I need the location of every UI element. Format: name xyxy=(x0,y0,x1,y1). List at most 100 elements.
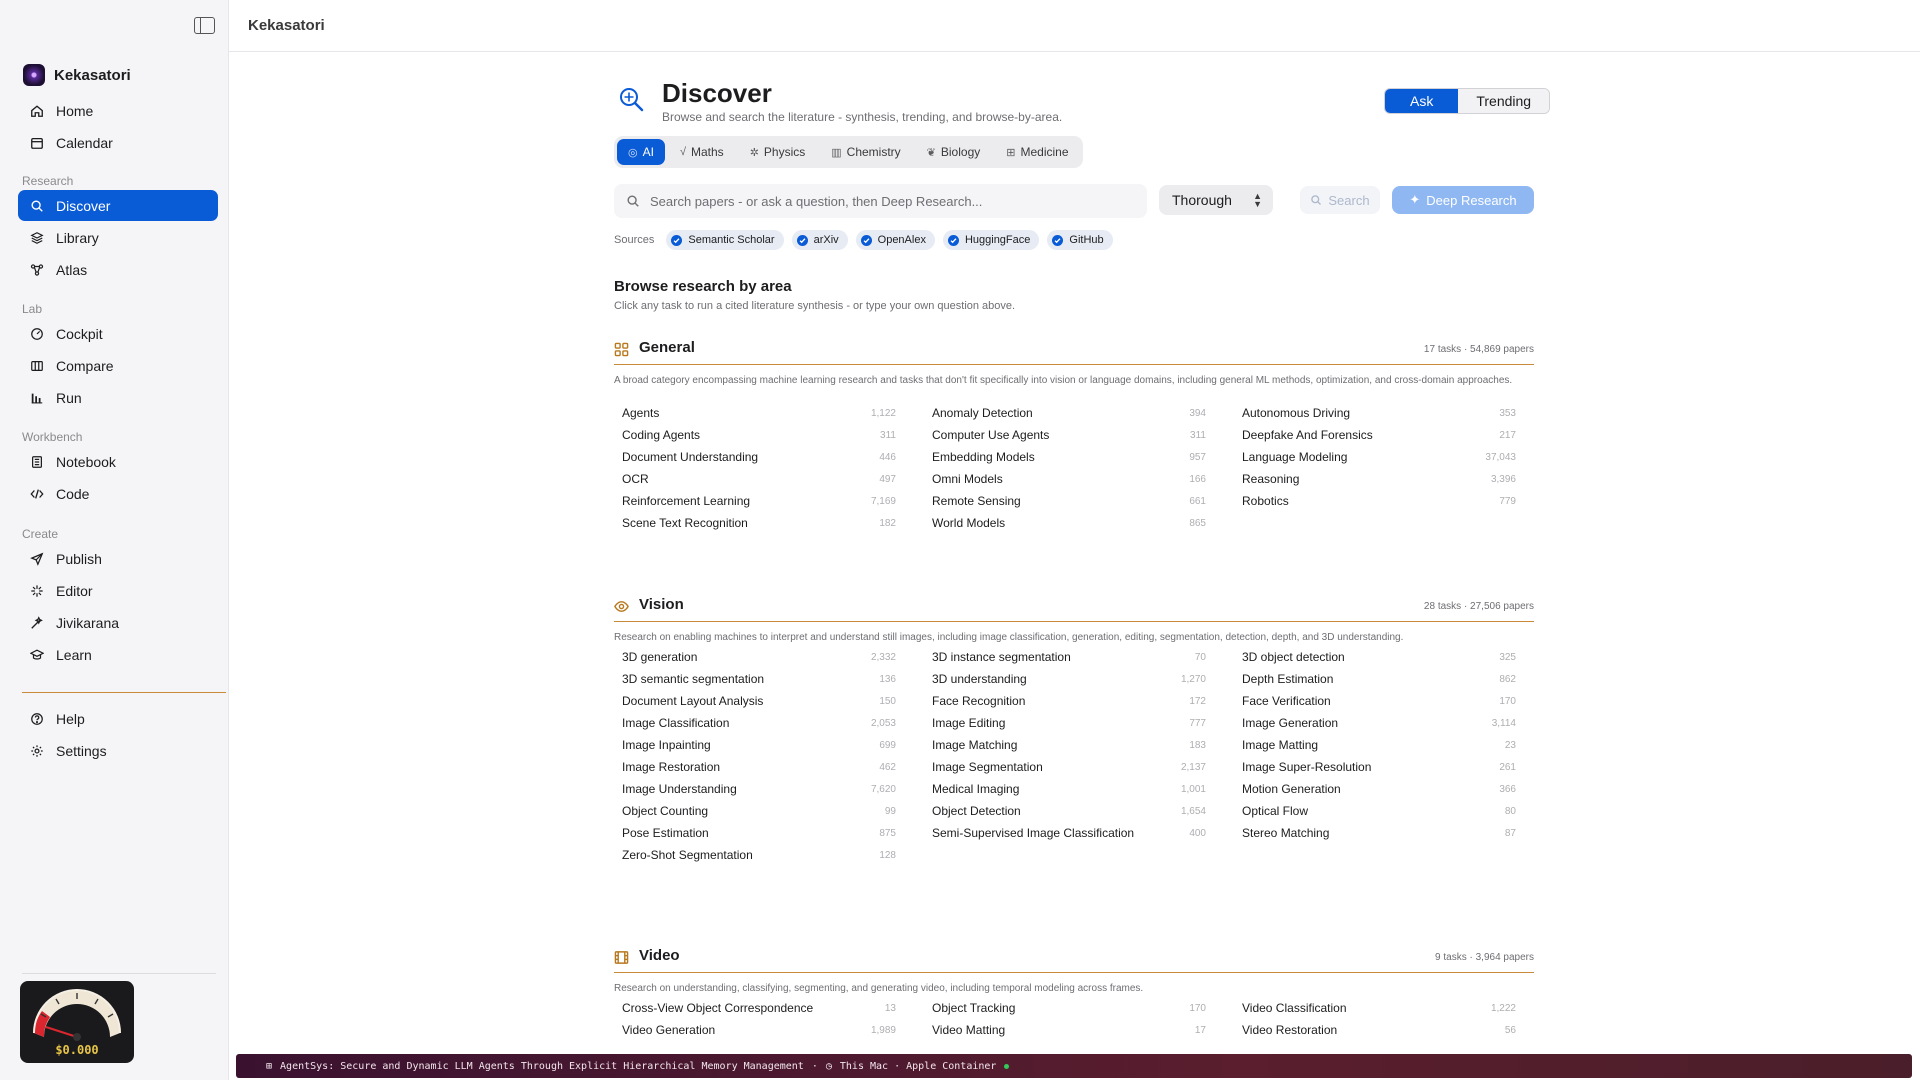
sidebar-item-home[interactable]: Home xyxy=(18,95,218,126)
brand[interactable]: Kekasatori xyxy=(23,64,131,86)
task-paper-count: 7,620 xyxy=(870,783,896,795)
check-icon xyxy=(860,234,872,246)
gear-icon xyxy=(30,744,44,758)
task-paper-count: 7,169 xyxy=(870,495,896,507)
deep-research-button[interactable]: ✦ Deep Research xyxy=(1392,186,1534,214)
sidebar-item-notebook[interactable]: Notebook xyxy=(18,446,218,477)
task-item[interactable]: Video Matting 17 xyxy=(924,1019,1214,1041)
task-item[interactable]: Cross-View Object Correspondence 13 xyxy=(614,997,904,1019)
sidebar-item-discover[interactable]: Discover xyxy=(18,190,218,221)
task-item[interactable]: Image Super-Resolution 261 xyxy=(1234,756,1524,778)
task-item[interactable]: Object Tracking 170 xyxy=(924,997,1214,1019)
tab-maths[interactable]: √ Maths xyxy=(669,139,735,165)
source-chip-semantic-scholar[interactable]: Semantic Scholar xyxy=(666,230,784,250)
task-item[interactable]: Document Layout Analysis 150 xyxy=(614,690,904,712)
task-item[interactable]: 3D object detection 325 xyxy=(1234,646,1524,668)
task-item[interactable]: Computer Use Agents 311 xyxy=(924,424,1214,446)
task-item[interactable]: Zero-Shot Segmentation 128 xyxy=(614,844,904,866)
task-item[interactable]: Image Editing 777 xyxy=(924,712,1214,734)
task-item[interactable]: Language Modeling 37,043 xyxy=(1234,446,1524,468)
task-item[interactable]: Face Verification 170 xyxy=(1234,690,1524,712)
task-item[interactable]: Pose Estimation 875 xyxy=(614,822,904,844)
task-item[interactable]: Anomaly Detection 394 xyxy=(924,402,1214,424)
source-chip-arxiv[interactable]: arXiv xyxy=(791,230,848,250)
tab-ai[interactable]: ◎ AI xyxy=(617,139,665,165)
source-chip-openalex[interactable]: OpenAlex xyxy=(855,230,935,250)
task-item[interactable]: Image Classification 2,053 xyxy=(614,712,904,734)
sidebar-item-label: Jivikarana xyxy=(56,614,120,631)
task-item[interactable]: Video Restoration 56 xyxy=(1234,1019,1524,1041)
sidebar-item-editor[interactable]: Editor xyxy=(18,575,218,606)
task-item[interactable]: World Models 865 xyxy=(924,512,1214,534)
sidebar-item-cockpit[interactable]: Cockpit xyxy=(18,318,218,349)
task-item[interactable]: Image Inpainting 699 xyxy=(614,734,904,756)
source-chip-huggingface[interactable]: HuggingFace xyxy=(942,230,1040,250)
task-item[interactable]: Reasoning 3,396 xyxy=(1234,468,1524,490)
sidebar-item-code[interactable]: Code xyxy=(18,478,218,509)
task-item[interactable]: Semi-Supervised Image Classification 400 xyxy=(924,822,1214,844)
task-item[interactable]: Coding Agents 311 xyxy=(614,424,904,446)
task-item[interactable]: Agents 1,122 xyxy=(614,402,904,424)
tab-physics[interactable]: ✲ Physics xyxy=(739,139,817,165)
sidebar-item-publish[interactable]: Publish xyxy=(18,543,218,574)
task-name: World Models xyxy=(932,516,1006,530)
sidebar-item-learn[interactable]: Learn xyxy=(18,639,218,670)
task-item[interactable]: Image Matting 23 xyxy=(1234,734,1524,756)
task-item[interactable]: Image Restoration 462 xyxy=(614,756,904,778)
task-item[interactable]: 3D generation 2,332 xyxy=(614,646,904,668)
notebook-icon xyxy=(30,455,44,469)
ask-button[interactable]: Ask xyxy=(1385,89,1459,113)
sidebar-item-compare[interactable]: Compare xyxy=(18,350,218,381)
task-item[interactable]: Remote Sensing 661 xyxy=(924,490,1214,512)
task-item[interactable]: Face Recognition 172 xyxy=(924,690,1214,712)
source-chip-github[interactable]: GitHub xyxy=(1047,230,1113,250)
task-item[interactable]: Object Detection 1,654 xyxy=(924,800,1214,822)
sidebar-item-help[interactable]: Help xyxy=(18,703,218,734)
task-item[interactable]: 3D semantic segmentation 136 xyxy=(614,668,904,690)
cost-gauge[interactable]: $0.000 xyxy=(20,981,134,1063)
task-item[interactable]: Image Understanding 7,620 xyxy=(614,778,904,800)
task-item[interactable]: Document Understanding 446 xyxy=(614,446,904,468)
task-item[interactable]: Video Classification 1,222 xyxy=(1234,997,1524,1019)
task-item[interactable]: OCR 497 xyxy=(614,468,904,490)
task-item[interactable]: Stereo Matching 87 xyxy=(1234,822,1524,844)
task-item[interactable]: 3D understanding 1,270 xyxy=(924,668,1214,690)
sidebar-item-jivikarana[interactable]: Jivikarana xyxy=(18,607,218,638)
status-bar[interactable]: ⊞ AgentSys: Secure and Dynamic LLM Agent… xyxy=(236,1054,1912,1078)
task-item[interactable]: Object Counting 99 xyxy=(614,800,904,822)
sidebar-item-atlas[interactable]: Atlas xyxy=(18,254,218,285)
search-input[interactable] xyxy=(650,193,1130,209)
trending-button[interactable]: Trending xyxy=(1458,89,1550,113)
task-item[interactable]: Scene Text Recognition 182 xyxy=(614,512,904,534)
sidebar-item-library[interactable]: Library xyxy=(18,222,218,253)
tab-medicine[interactable]: ⊞ Medicine xyxy=(995,139,1079,165)
task-item[interactable]: Image Generation 3,114 xyxy=(1234,712,1524,734)
task-item[interactable]: Image Segmentation 2,137 xyxy=(924,756,1214,778)
task-item[interactable]: Deepfake And Forensics 217 xyxy=(1234,424,1524,446)
task-name: 3D semantic segmentation xyxy=(622,672,765,686)
sidebar-item-run[interactable]: Run xyxy=(18,382,218,413)
sidebar-item-calendar[interactable]: Calendar xyxy=(18,127,218,158)
task-item[interactable]: Optical Flow 80 xyxy=(1234,800,1524,822)
search-button[interactable]: Search xyxy=(1300,186,1380,214)
task-paper-count: 1,001 xyxy=(1180,783,1206,795)
task-item[interactable]: Robotics 779 xyxy=(1234,490,1524,512)
sidebar-toggle-icon[interactable] xyxy=(194,17,215,34)
task-item[interactable]: 3D instance segmentation 70 xyxy=(924,646,1214,668)
task-item[interactable]: Omni Models 166 xyxy=(924,468,1214,490)
task-item[interactable]: Medical Imaging 1,001 xyxy=(924,778,1214,800)
task-paper-count: 779 xyxy=(1499,495,1516,507)
tab-biology[interactable]: ❦ Biology xyxy=(916,139,992,165)
depth-select[interactable]: Thorough ▲ ▼ xyxy=(1159,185,1273,215)
task-item[interactable]: Motion Generation 366 xyxy=(1234,778,1524,800)
sidebar-item-settings[interactable]: Settings xyxy=(18,735,218,766)
task-item[interactable]: Autonomous Driving 353 xyxy=(1234,402,1524,424)
bar-chart-icon xyxy=(30,391,44,405)
task-item[interactable]: Embedding Models 957 xyxy=(924,446,1214,468)
task-item[interactable]: Reinforcement Learning 7,169 xyxy=(614,490,904,512)
sidebar-item-label: Notebook xyxy=(56,453,116,470)
task-item[interactable]: Image Matching 183 xyxy=(924,734,1214,756)
task-item[interactable]: Depth Estimation 862 xyxy=(1234,668,1524,690)
tab-chemistry[interactable]: ▥ Chemistry xyxy=(820,139,911,165)
task-item[interactable]: Video Generation 1,989 xyxy=(614,1019,904,1041)
